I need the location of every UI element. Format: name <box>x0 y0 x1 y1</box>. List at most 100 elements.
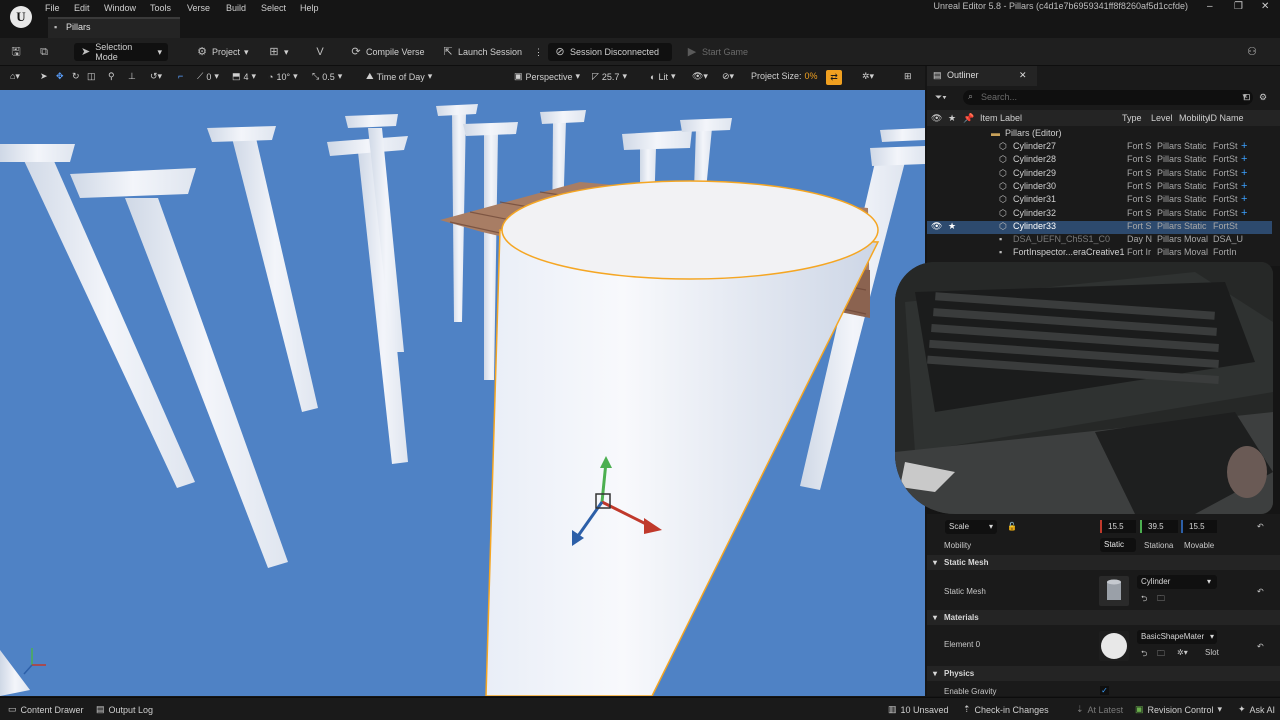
compile-verse-button[interactable]: ⟳ Compile Verse <box>350 43 424 61</box>
add-actor-button[interactable]: ⊞ ▾ <box>268 43 288 61</box>
outliner-search-input[interactable]: ⌕ Search... ▾ <box>963 90 1253 105</box>
menu-tools[interactable]: Tools <box>150 3 171 13</box>
perspective-dropdown[interactable]: ▣ Perspective ▾ <box>514 71 580 82</box>
materials-section[interactable]: ▾ Materials <box>927 610 1280 625</box>
add-icon[interactable]: + <box>1241 207 1247 219</box>
browse-material-icon[interactable]: 🗀 <box>1157 648 1165 662</box>
grid-dropdown[interactable]: ⬒ 4 ▾ <box>232 71 256 82</box>
add-icon[interactable]: + <box>1241 141 1247 152</box>
outliner-root-row[interactable]: ▬ Pillars (Editor) <box>927 128 1272 141</box>
visibility-icon[interactable]: 👁 <box>931 113 942 124</box>
minimize-icon[interactable]: – <box>1207 1 1213 12</box>
col-mobility[interactable]: Mobility <box>1179 113 1210 123</box>
static-mesh-dropdown[interactable]: Cylinder ▾ <box>1137 575 1217 589</box>
mobility-movable-button[interactable]: Movable <box>1184 541 1214 550</box>
select-tool-icon[interactable]: ➤ <box>40 71 48 82</box>
outliner-row[interactable]: ⬡ Cylinder28 Fort S Pillars Static FortSt + <box>927 154 1272 167</box>
maximize-icon[interactable]: ❐ <box>1234 1 1243 12</box>
add-icon[interactable]: + <box>1241 180 1247 192</box>
scale-tool-icon[interactable]: ◫ <box>87 71 96 82</box>
content-browser-icon[interactable]: ⧉ <box>38 43 50 61</box>
at-latest-button[interactable]: ⇣ At Latest <box>1076 704 1123 715</box>
verse-icon[interactable]: V <box>314 43 326 61</box>
snap-toggle-icon[interactable]: ⇄ <box>826 70 842 85</box>
menu-build[interactable]: Build <box>226 3 246 13</box>
enable-gravity-checkbox[interactable]: ✓ <box>1100 686 1109 695</box>
fov-dropdown[interactable]: ◸ 25.7 ▾ <box>592 71 627 82</box>
viewport-menu-icon[interactable]: ⌂▾ <box>10 71 20 82</box>
physics-section[interactable]: ▾ Physics <box>927 666 1280 681</box>
time-of-day-button[interactable]: ⛰ Time of Day ▾ <box>366 71 432 82</box>
outliner-row[interactable]: ▪ DSA_UEFN_Ch5S1_C0 Day N Pillars Moval DSA_U <box>927 234 1272 247</box>
outliner-row[interactable]: ⬡ Cylinder27 Fort S Pillars Static FortSt + <box>927 141 1272 154</box>
outliner-tab[interactable]: ▤ Outliner ✕ <box>927 66 1037 86</box>
more-options-icon[interactable]: ⋮ <box>534 43 543 61</box>
scale-x-field[interactable]: 15.5 <box>1100 520 1136 533</box>
session-status-button[interactable]: ⊘ Session Disconnected <box>548 43 672 61</box>
favorite-icon[interactable]: ★ <box>948 113 956 124</box>
reset-material-icon[interactable]: ↶ <box>1257 642 1264 651</box>
material-thumbnail[interactable] <box>1099 631 1129 661</box>
surface-snap-icon[interactable]: ⊥ <box>128 71 136 82</box>
use-selected-icon[interactable]: ⮌ <box>1141 593 1147 607</box>
output-log-button[interactable]: ▤ Output Log <box>96 704 153 715</box>
outliner-row[interactable]: 👁 ★ ⬡ Cylinder33 Fort S Pillars Static FortSt <box>927 220 1272 234</box>
project-button[interactable]: ⚙ Project ▾ <box>196 43 248 61</box>
close-window-icon[interactable]: ✕ <box>1261 1 1269 12</box>
col-id-name[interactable]: ID Name <box>1208 113 1244 123</box>
pin-icon[interactable]: 📌 <box>963 113 974 124</box>
add-icon[interactable]: + <box>1241 194 1247 205</box>
snap-rotate-icon[interactable]: ↺▾ <box>150 71 162 82</box>
content-drawer-button[interactable]: ▭ Content Drawer <box>8 704 84 715</box>
lock-icon[interactable]: 🔓 <box>1007 522 1017 531</box>
static-mesh-section[interactable]: ▾ Static Mesh <box>927 555 1280 570</box>
level-viewport[interactable] <box>0 90 925 696</box>
settings-icon[interactable]: ✲▾ <box>862 71 874 82</box>
mobility-stationary-button[interactable]: Stationa <box>1144 541 1173 550</box>
menu-edit[interactable]: Edit <box>74 3 90 13</box>
col-type[interactable]: Type <box>1122 113 1142 123</box>
menu-verse[interactable]: Verse <box>187 3 210 13</box>
reset-mesh-icon[interactable]: ↶ <box>1257 587 1264 596</box>
col-level[interactable]: Level <box>1151 113 1173 123</box>
outliner-settings-icon[interactable]: ⚙ <box>1259 92 1267 103</box>
menu-select[interactable]: Select <box>261 3 286 13</box>
add-icon[interactable]: + <box>1241 154 1247 165</box>
favorite-icon[interactable]: ★ <box>948 221 956 232</box>
realtime-icon[interactable]: ⊘▾ <box>722 71 734 82</box>
col-item-label[interactable]: Item Label <box>980 113 1022 123</box>
scale-y-field[interactable]: 39.5 <box>1140 520 1178 533</box>
browse-icon[interactable]: 🗀 <box>1157 593 1165 607</box>
reset-scale-icon[interactable]: ↶ <box>1257 522 1264 531</box>
show-flags-icon[interactable]: 👁▾ <box>692 71 708 82</box>
mobility-static-button[interactable]: Static <box>1100 538 1136 552</box>
selection-mode-button[interactable]: ➤ Selection Mode ▾ <box>74 42 168 62</box>
visibility-icon[interactable]: 👁 <box>931 221 942 232</box>
close-tab-icon[interactable]: ✕ <box>1019 70 1027 81</box>
ask-ai-button[interactable]: ✦ Ask AI <box>1238 704 1275 715</box>
outliner-row[interactable]: ⬡ Cylinder30 Fort S Pillars Static FortSt + <box>927 180 1272 194</box>
outliner-row[interactable]: ▪ FortInspector...eraCreative1 Fort Ir Pill… <box>927 247 1272 260</box>
menu-window[interactable]: Window <box>104 3 136 13</box>
layout-icon[interactable]: ⊞ <box>904 71 912 82</box>
grid-snap-icon[interactable]: ⌐ <box>178 71 183 81</box>
static-mesh-thumbnail[interactable] <box>1099 576 1129 606</box>
rotate-tool-icon[interactable]: ↻ <box>72 71 80 82</box>
material-options-icon[interactable]: ✲▾ <box>1177 648 1188 657</box>
angle-dropdown[interactable]: ◔ 10° ▾ <box>268 71 298 82</box>
users-icon[interactable]: ⚇ <box>1246 43 1258 61</box>
move-tool-icon[interactable]: ✥ <box>56 71 64 82</box>
scale-mode-dropdown[interactable]: Scale ▾ <box>945 520 997 534</box>
checkin-button[interactable]: ⇡ Check-in Changes <box>963 704 1049 715</box>
use-selected-material-icon[interactable]: ⮌ <box>1141 648 1147 662</box>
unreal-logo-icon[interactable]: U <box>10 6 32 28</box>
menu-help[interactable]: Help <box>300 3 319 13</box>
level-tab[interactable]: ▪ Pillars <box>48 17 180 38</box>
save-icon[interactable]: 🖫 <box>10 43 22 61</box>
scale-z-field[interactable]: 15.5 <box>1181 520 1217 533</box>
start-game-button[interactable]: ▶ Start Game <box>686 43 748 61</box>
menu-file[interactable]: File <box>45 3 60 13</box>
transform-space-icon[interactable]: ⚲ <box>108 71 115 82</box>
unsaved-button[interactable]: ▥ 10 Unsaved <box>888 704 949 715</box>
outliner-row[interactable]: ⬡ Cylinder29 Fort S Pillars Static FortSt + <box>927 167 1272 181</box>
